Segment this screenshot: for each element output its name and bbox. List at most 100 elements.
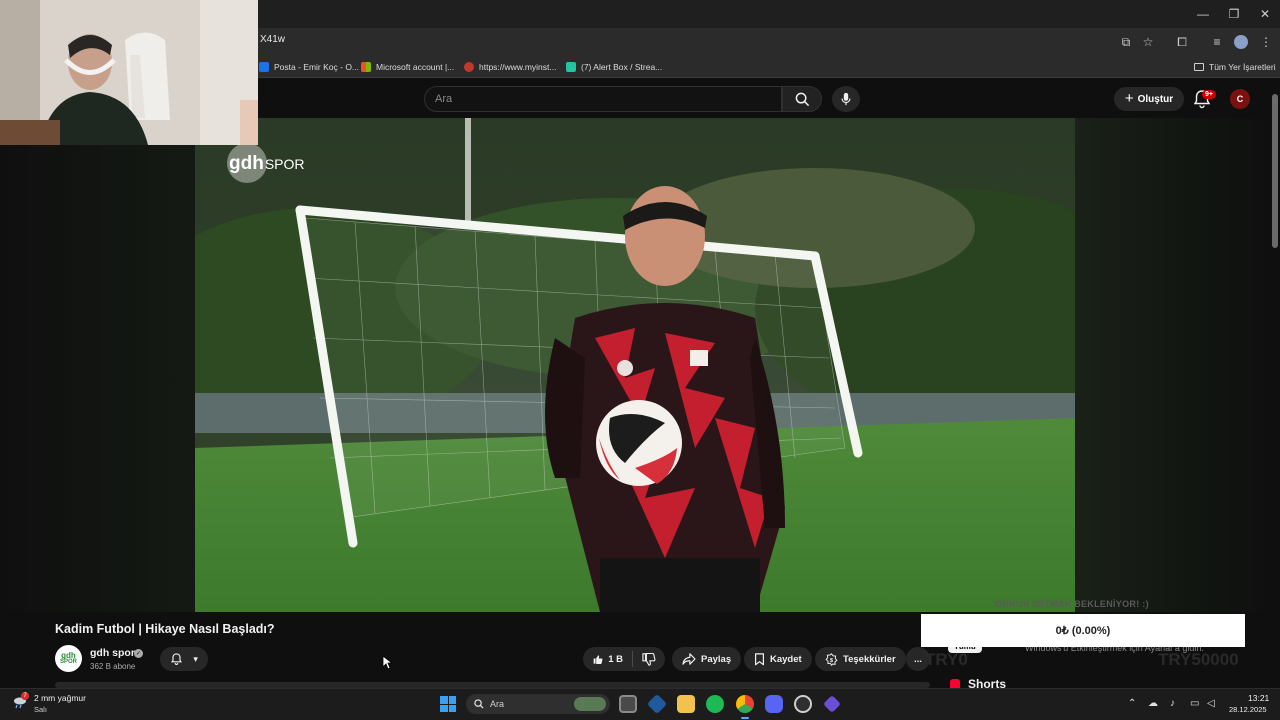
voice-search-button[interactable] xyxy=(832,86,860,112)
thumbs-up-icon xyxy=(593,654,603,664)
microphone-icon xyxy=(841,92,851,106)
search-button[interactable] xyxy=(782,86,822,112)
media-control-icon[interactable]: ≡ xyxy=(1207,32,1227,52)
bookmark-item[interactable]: https://www.myinst... xyxy=(464,59,556,75)
search-highlight-icon xyxy=(574,697,606,711)
thumbs-down-icon xyxy=(642,652,656,666)
steam-icon[interactable] xyxy=(794,695,812,713)
bookmark-star-icon[interactable]: ☆ xyxy=(1138,32,1158,52)
watermark-suffix-text: SPOR xyxy=(264,156,305,172)
streamlabs-icon xyxy=(566,62,576,72)
donation-max-label: TRY50000 xyxy=(1158,650,1239,669)
taskbar-search-placeholder: Ara xyxy=(490,699,505,709)
bookmark-label: (7) Alert Box / Strea... xyxy=(581,62,663,72)
dislike-button[interactable] xyxy=(633,647,665,671)
search-icon xyxy=(795,92,809,106)
create-button[interactable]: + Oluştur xyxy=(1114,87,1184,111)
microsoft-icon xyxy=(361,62,371,72)
share-icon xyxy=(682,653,696,665)
restore-icon[interactable]: ❐ xyxy=(1217,0,1251,28)
tray-cloud-icon[interactable]: ☁ xyxy=(1148,698,1158,709)
folder-icon xyxy=(1194,63,1204,71)
thanks-label: Teşekkürler xyxy=(843,653,896,665)
tray-chevron-up-icon[interactable]: ⌃ xyxy=(1128,698,1136,709)
more-horizontal-icon: ... xyxy=(914,653,922,665)
install-app-icon[interactable]: ⧉ xyxy=(1116,32,1136,52)
thanks-button[interactable]: $ Teşekkürler xyxy=(815,647,906,671)
channel-avatar-text: gdh xyxy=(61,650,76,660)
bookmark-label: Posta - Emir Koç - O... xyxy=(274,62,360,72)
bookmark-label: https://www.myinst... xyxy=(479,62,557,72)
bookmark-icon xyxy=(754,652,765,665)
webcam-overlay xyxy=(0,0,258,145)
browser-menu-icon[interactable]: ⋮ xyxy=(1256,32,1276,52)
account-avatar[interactable]: C xyxy=(1230,89,1250,109)
super-thanks-icon: $ xyxy=(825,652,838,666)
extensions-icon[interactable]: ⧠ xyxy=(1172,32,1192,52)
channel-avatar-subtext: SPOR xyxy=(59,658,77,665)
clock-time[interactable]: 13:21 xyxy=(1248,693,1269,703)
notifications-count-badge: 9+ xyxy=(1202,90,1216,99)
spotify-icon[interactable] xyxy=(706,695,724,713)
site-icon xyxy=(464,62,474,72)
chrome-icon[interactable] xyxy=(736,695,754,713)
windows-start-icon[interactable] xyxy=(440,696,456,712)
subscriber-count: 362 B abone xyxy=(90,662,136,671)
taskbar-search-input[interactable]: Ara xyxy=(466,694,610,714)
mouse-cursor-icon xyxy=(382,655,392,670)
ambient-right xyxy=(1075,118,1270,612)
svg-text:$: $ xyxy=(830,657,834,663)
plus-icon: + xyxy=(1124,90,1134,107)
save-label: Kaydet xyxy=(770,653,802,665)
weather-alert-badge: 7 xyxy=(21,692,29,700)
tray-mic-icon[interactable]: ♪ xyxy=(1170,698,1175,709)
weather-text[interactable]: 2 mm yağmur xyxy=(34,693,86,703)
scrollbar-thumb[interactable] xyxy=(1272,94,1278,248)
profile-icon[interactable] xyxy=(1231,32,1251,52)
ambient-left xyxy=(0,118,195,612)
all-bookmarks-label: Tüm Yer İşaretleri xyxy=(1209,62,1276,72)
channel-avatar[interactable]: gdh SPOR xyxy=(55,645,82,672)
close-icon[interactable]: ✕ xyxy=(1248,0,1280,28)
search-input[interactable]: Ara xyxy=(424,86,782,112)
donation-amount: 0₺ (0.00%) xyxy=(1055,625,1111,637)
bookmark-label: Microsoft account |... xyxy=(376,62,455,72)
minimize-icon[interactable]: — xyxy=(1186,0,1220,28)
bell-icon xyxy=(171,653,183,665)
donation-min-label: TRY0 xyxy=(925,650,968,669)
file-explorer-icon[interactable] xyxy=(677,695,695,713)
webcam-image xyxy=(0,0,258,145)
video-title: Kadim Futbol | Hikaye Nasıl Başladı? xyxy=(55,622,275,636)
active-app-indicator xyxy=(741,717,749,719)
share-button[interactable]: Paylaş xyxy=(672,647,742,671)
tray-monitor-icon[interactable]: ▭ xyxy=(1190,698,1199,709)
task-view-icon[interactable] xyxy=(619,695,637,713)
donation-goal-title: ORKUN ISITMAK BEKLENİYOR! :) xyxy=(995,599,1149,609)
channel-watermark-logo: gdhSPOR xyxy=(229,153,305,175)
create-label: Oluştur xyxy=(1137,93,1174,105)
video-frame xyxy=(195,118,1075,612)
channel-name[interactable]: gdh spor xyxy=(90,647,135,659)
like-button[interactable]: 1 B xyxy=(583,647,633,671)
bookmark-item[interactable]: (7) Alert Box / Strea... xyxy=(566,59,662,75)
clock-date[interactable]: 28.12.2025 xyxy=(1229,705,1267,714)
watermark-logo-text: gdh xyxy=(229,153,264,174)
verified-icon: ✓ xyxy=(134,649,143,658)
chevron-down-icon: ▾ xyxy=(193,653,198,664)
weather-day: Salı xyxy=(34,705,47,714)
save-button[interactable]: Kaydet xyxy=(744,647,812,671)
like-count: 1 B xyxy=(608,653,623,665)
donation-goal-bar: 0₺ (0.00%) xyxy=(921,614,1245,647)
subscription-bell-button[interactable]: ▾ xyxy=(160,647,208,671)
tray-speaker-icon[interactable]: ◁ xyxy=(1207,698,1215,709)
search-icon xyxy=(474,699,484,709)
mail-icon xyxy=(259,62,269,72)
bookmark-item[interactable]: Microsoft account |... xyxy=(361,59,454,75)
bookmark-item[interactable]: Posta - Emir Koç - O... xyxy=(259,59,359,75)
discord-icon[interactable] xyxy=(765,695,783,713)
share-label: Paylaş xyxy=(701,653,732,665)
all-bookmarks[interactable]: Tüm Yer İşaretleri xyxy=(1194,59,1276,75)
url-text[interactable]: X41w xyxy=(260,34,285,45)
windows-taskbar xyxy=(0,688,1280,720)
video-player[interactable]: gdhSPOR xyxy=(195,118,1075,612)
